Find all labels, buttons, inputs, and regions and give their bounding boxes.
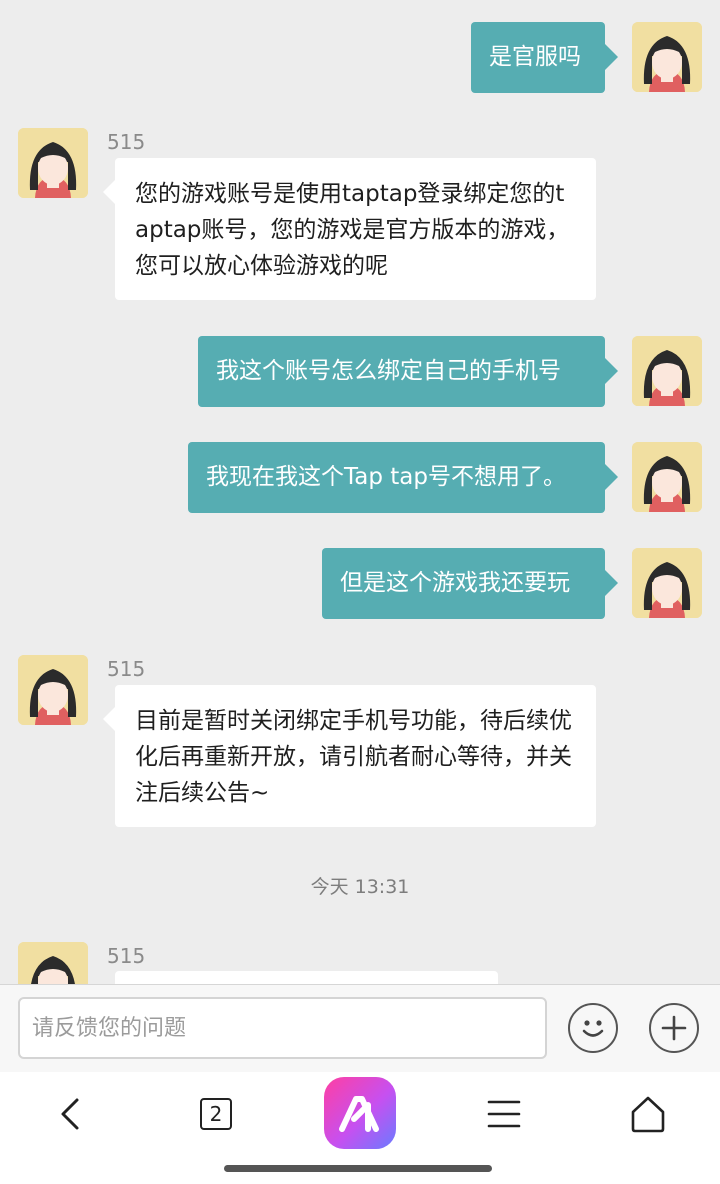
my-avatar[interactable] xyxy=(632,336,702,406)
my-avatar[interactable] xyxy=(632,548,702,618)
home-indicator[interactable] xyxy=(224,1165,492,1172)
message-text: 是官服吗 xyxy=(489,44,581,70)
feedback-input[interactable] xyxy=(18,997,547,1059)
my-message-bubble[interactable]: 我这个账号怎么绑定自己的手机号 xyxy=(198,336,618,407)
agent-message-bubble[interactable]: 您的游戏账号是使用taptap登录绑定您的taptap账号，您的游戏是官方版本的… xyxy=(103,158,596,300)
tabs-button[interactable]: 2 xyxy=(186,1072,246,1156)
emoji-button[interactable] xyxy=(568,1003,618,1053)
message-text: 但是这个游戏我还要玩 xyxy=(340,570,570,596)
my-message-bubble[interactable]: 是官服吗 xyxy=(471,22,618,93)
menu-icon xyxy=(487,1100,521,1128)
agent-avatar[interactable] xyxy=(18,942,88,984)
my-message-bubble[interactable]: 但是这个游戏我还要玩 xyxy=(322,548,618,619)
chat-timestamp: 今天 13:31 xyxy=(310,876,410,898)
emoji-icon xyxy=(582,1020,604,1037)
menu-button[interactable] xyxy=(474,1072,534,1156)
message-text: 我这个账号怎么绑定自己的手机号 xyxy=(216,358,561,384)
agent-message-bubble[interactable] xyxy=(115,971,498,984)
tab-count: 2 xyxy=(200,1098,232,1130)
my-message-bubble[interactable]: 我现在我这个Tap tap号不想用了。 xyxy=(188,442,618,513)
agent-avatar[interactable] xyxy=(18,128,88,198)
back-button[interactable] xyxy=(40,1072,100,1156)
message-text: 我现在我这个Tap tap号不想用了。 xyxy=(206,464,566,490)
agent-message-bubble[interactable]: 目前是暂时关闭绑定手机号功能，待后续优化后再重新开放，请引航者耐心等待，并关注后… xyxy=(103,685,596,827)
sender-name: 515 xyxy=(107,130,146,154)
input-bar xyxy=(0,984,720,1072)
plus-icon xyxy=(661,1015,687,1041)
sender-name: 515 xyxy=(107,944,146,968)
message-text: 目前是暂时关闭绑定手机号功能，待后续优化后再重新开放，请引航者耐心等待，并关注后… xyxy=(135,708,572,806)
chat-area: 是官服吗 515 您的游戏账号是使用taptap登录绑定您的taptap账号，您… xyxy=(0,0,720,984)
app-logo-icon[interactable] xyxy=(324,1077,396,1149)
message-text: 您的游戏账号是使用taptap登录绑定您的taptap账号，您的游戏是官方版本的… xyxy=(135,181,570,279)
home-icon xyxy=(631,1096,665,1133)
my-avatar[interactable] xyxy=(632,22,702,92)
plus-button[interactable] xyxy=(649,1003,699,1053)
sender-name: 515 xyxy=(107,657,146,681)
back-icon xyxy=(61,1098,79,1130)
home-button[interactable] xyxy=(618,1072,678,1156)
my-avatar[interactable] xyxy=(632,442,702,512)
agent-avatar[interactable] xyxy=(18,655,88,725)
